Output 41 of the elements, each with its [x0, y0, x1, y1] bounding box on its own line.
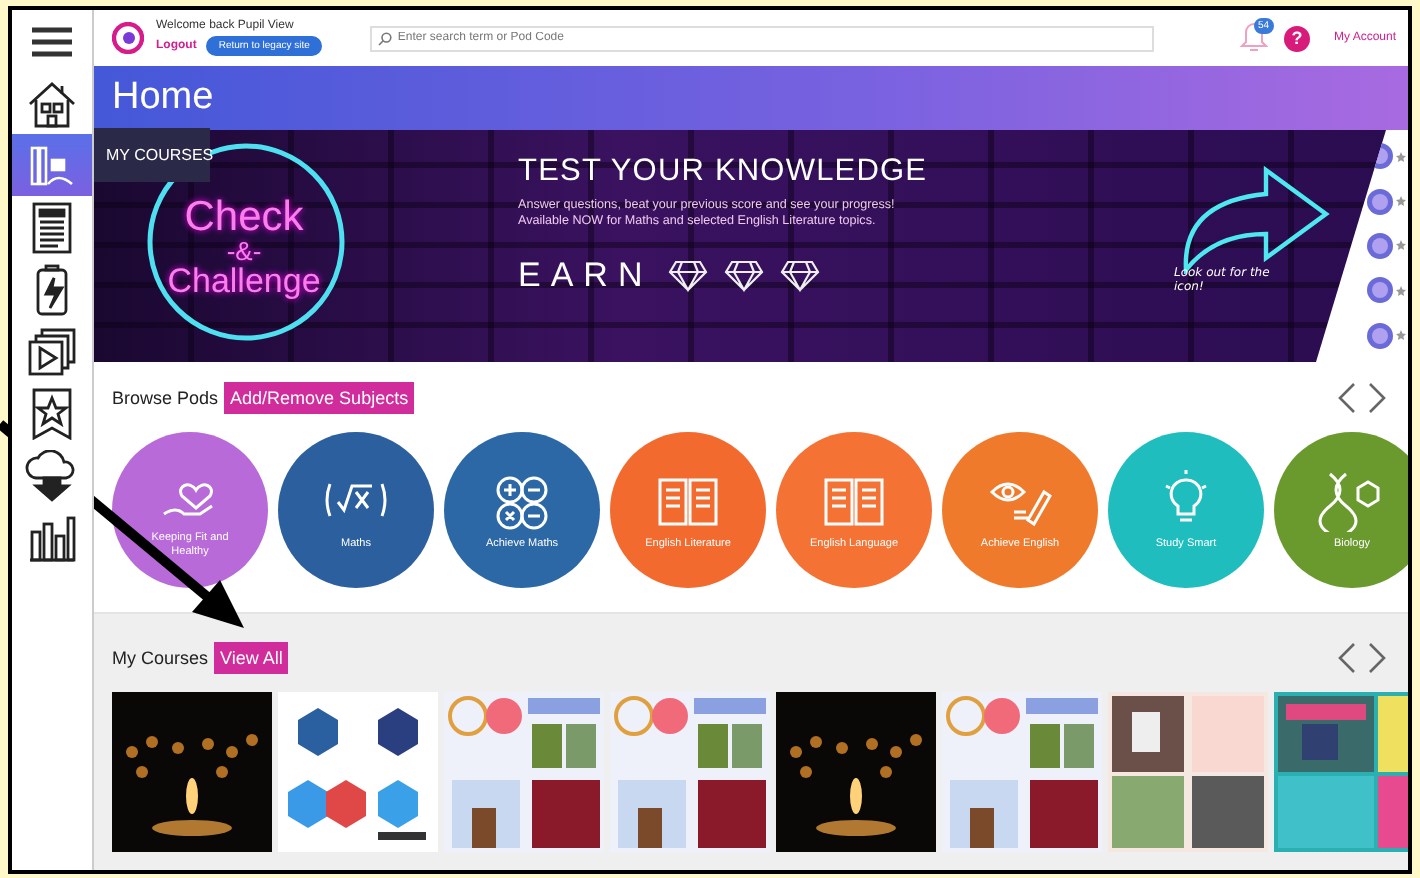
badge-icon	[1366, 187, 1394, 216]
books-icon[interactable]	[28, 143, 76, 187]
logo-text: Challenge	[167, 263, 321, 297]
help-button[interactable]: ?	[1283, 25, 1310, 51]
star-icon	[1396, 330, 1406, 341]
chart-icon[interactable]	[26, 511, 78, 563]
star-icon	[1396, 285, 1406, 296]
logo-text: -&-	[226, 237, 262, 263]
logo-icon[interactable]	[112, 22, 144, 54]
cloud-download-icon[interactable]	[24, 449, 80, 501]
badge-icon	[1366, 231, 1394, 260]
banner-title: TEST YOUR KNOWLEDGE	[518, 154, 930, 190]
search-icon	[377, 31, 392, 45]
home-icon[interactable]	[26, 77, 78, 129]
next-icon[interactable]	[1368, 642, 1388, 674]
section-title: My Courses	[112, 648, 209, 668]
battery-icon[interactable]	[34, 263, 70, 315]
next-icon[interactable]	[1368, 382, 1388, 414]
view-all-button[interactable]: View All	[214, 642, 289, 674]
add-remove-subjects-button[interactable]: Add/Remove Subjects	[224, 382, 415, 414]
diamond-icon	[780, 260, 821, 293]
star-icon	[1396, 196, 1406, 207]
tooltip: MY COURSES	[94, 128, 210, 182]
star-icon	[1396, 151, 1406, 162]
previous-icon[interactable]	[1336, 642, 1356, 674]
earn-text: EARN	[518, 256, 653, 297]
badge-icon	[1366, 276, 1394, 305]
video-stack-icon[interactable]	[28, 325, 76, 377]
previous-icon[interactable]	[1336, 382, 1356, 414]
badge-icon	[1366, 321, 1394, 350]
dna-icon	[1318, 468, 1386, 533]
menu-icon[interactable]	[30, 25, 74, 57]
star-bookmark-icon[interactable]	[32, 387, 72, 439]
section-title: Browse Pods	[112, 388, 219, 408]
bell-icon[interactable]	[1239, 18, 1268, 54]
document-icon[interactable]	[32, 201, 72, 253]
logo-text: Check	[184, 195, 304, 237]
diamond-icon	[724, 260, 765, 293]
star-icon	[1396, 240, 1406, 251]
page-title: Home	[112, 76, 214, 120]
diamond-icon	[668, 260, 709, 293]
